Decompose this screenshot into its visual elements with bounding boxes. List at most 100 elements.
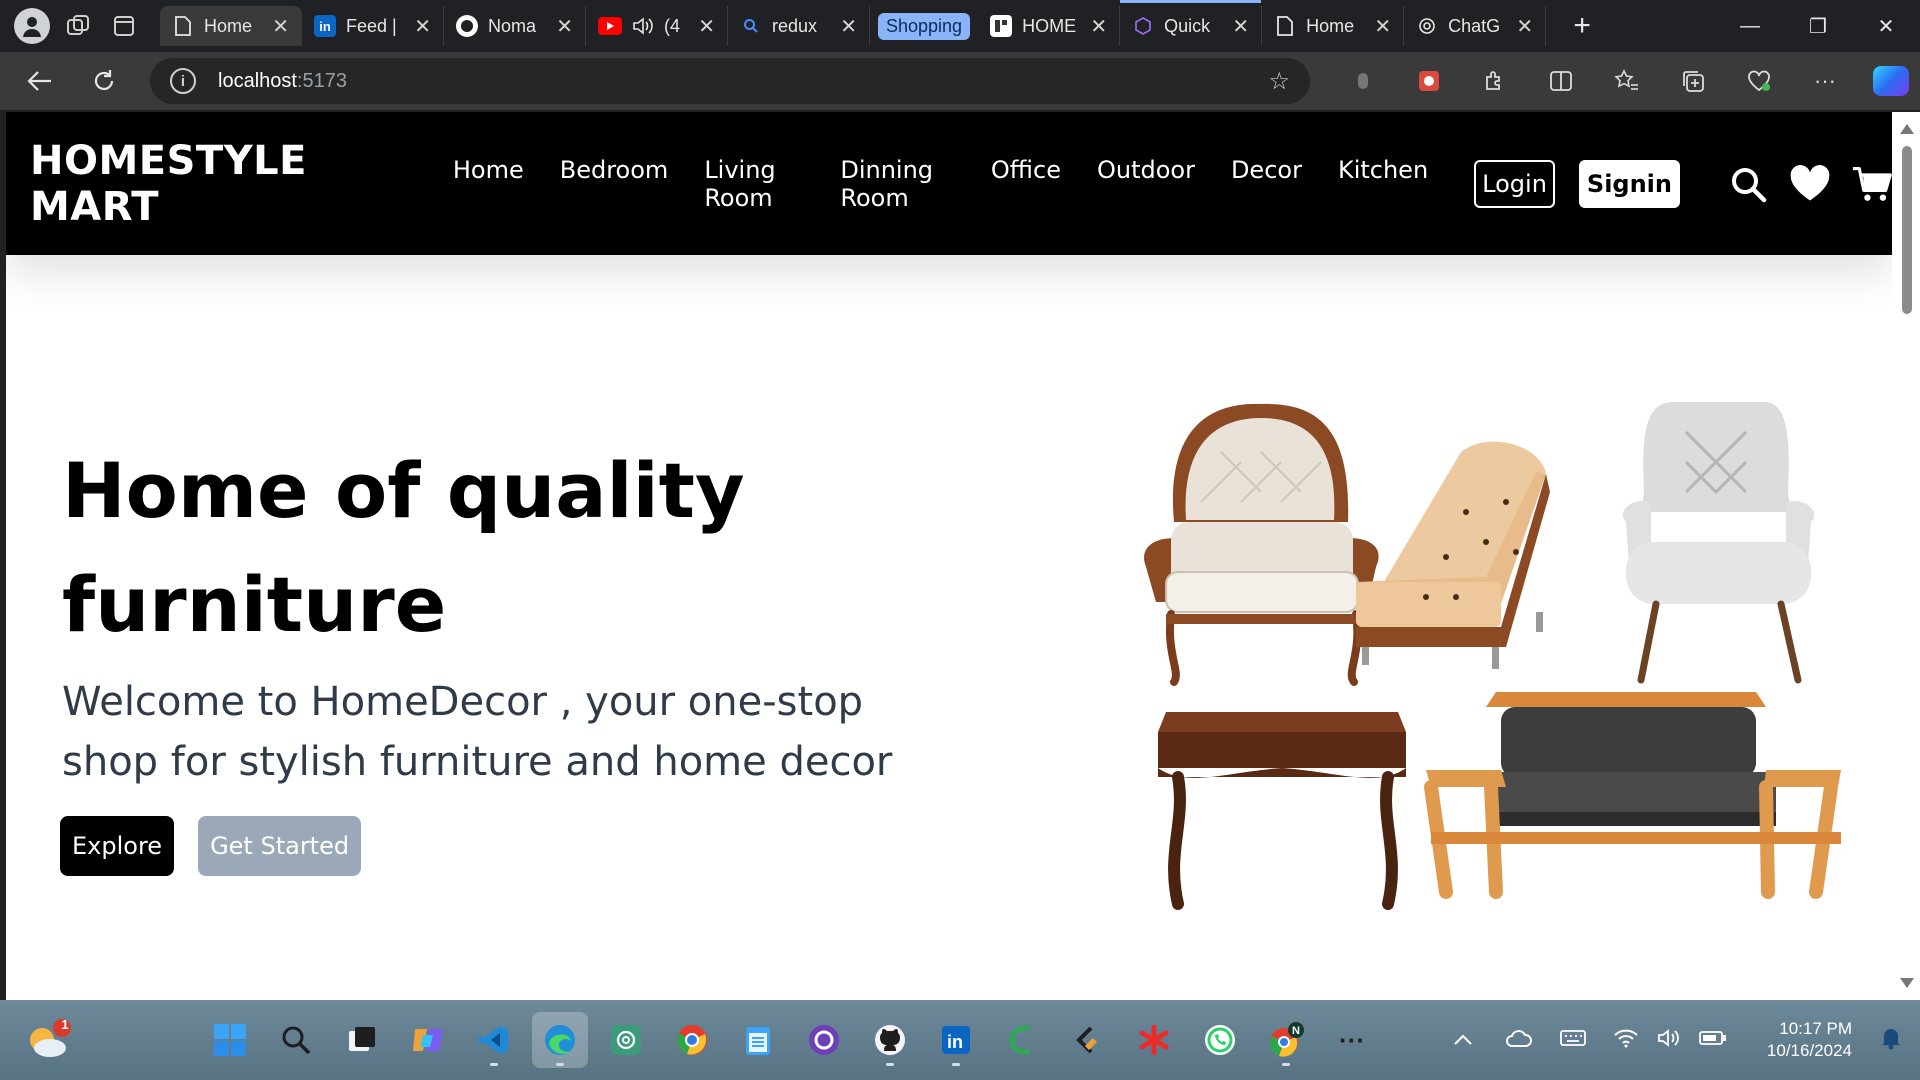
site-info-icon[interactable]: i — [170, 68, 196, 94]
close-icon[interactable]: ✕ — [1374, 14, 1391, 39]
github-desktop-icon[interactable] — [796, 1012, 852, 1068]
minimize-icon[interactable]: — — [1716, 0, 1784, 52]
whatsapp-icon[interactable] — [1192, 1012, 1248, 1068]
tab-group-label[interactable]: Shopping — [878, 12, 971, 40]
split-screen-icon[interactable] — [1528, 58, 1594, 104]
svg-text:in: in — [947, 1032, 963, 1052]
scroll-thumb[interactable] — [1902, 146, 1912, 314]
search-icon[interactable] — [268, 1012, 324, 1068]
keyboard-icon[interactable] — [1559, 1028, 1587, 1053]
chevron-up-icon[interactable] — [1453, 1030, 1473, 1051]
menu-bedroom[interactable]: Bedroom — [560, 156, 669, 212]
menu-living-room[interactable]: Living Room — [704, 156, 804, 212]
restore-icon[interactable]: ❐ — [1784, 0, 1852, 52]
extension-red-icon[interactable] — [1396, 58, 1462, 104]
tab-title: Noma — [488, 15, 537, 36]
clipchamp-icon[interactable] — [994, 1012, 1050, 1068]
profile-avatar-icon[interactable] — [14, 8, 50, 44]
more-apps-icon[interactable]: ··· — [1324, 1012, 1380, 1068]
tab-quick[interactable]: Quick ✕ — [1120, 0, 1263, 46]
tab-linkedin-feed[interactable]: in Feed | ✕ — [302, 6, 444, 46]
chrome-icon[interactable] — [664, 1012, 720, 1068]
tab-group-shopping[interactable]: Shopping — [870, 6, 978, 46]
menu-kitchen[interactable]: Kitchen — [1338, 156, 1428, 212]
tab-redux-search[interactable]: redux ✕ — [728, 6, 870, 46]
wifi-icon[interactable] — [1613, 1028, 1639, 1053]
scroll-up-icon[interactable] — [1900, 124, 1914, 134]
menu-decor[interactable]: Decor — [1231, 156, 1302, 212]
system-tray: 10:17 PM 10/16/2024 — [1453, 1000, 1920, 1080]
get-started-button[interactable]: Get Started — [198, 816, 362, 876]
favorites-icon[interactable] — [1594, 58, 1660, 104]
close-icon[interactable]: ✕ — [556, 14, 573, 39]
address-bar[interactable]: i localhost:5173 ☆ — [150, 58, 1310, 104]
linkedin-app-icon[interactable]: in — [928, 1012, 984, 1068]
toolbar-extensions: ··· — [1330, 58, 1920, 104]
extensions-puzzle-icon[interactable] — [1462, 58, 1528, 104]
signin-button[interactable]: Signin — [1578, 159, 1680, 208]
armchair-illustration — [1144, 403, 1379, 686]
chaise-lounge-illustration — [1356, 441, 1550, 669]
github-icon[interactable] — [862, 1012, 918, 1068]
speaker-icon[interactable] — [632, 15, 654, 37]
auth-buttons: Login Signin — [1474, 159, 1680, 208]
favorite-star-icon[interactable]: ☆ — [1268, 67, 1290, 96]
menu-home[interactable]: Home — [453, 156, 524, 212]
refresh-icon[interactable] — [78, 55, 130, 107]
cart-icon[interactable] — [1852, 164, 1892, 204]
heart-icon[interactable] — [1790, 164, 1830, 204]
tab-youtube[interactable]: (4 ✕ — [586, 6, 728, 46]
close-icon[interactable]: ✕ — [1232, 14, 1249, 39]
login-button[interactable]: Login — [1474, 159, 1555, 208]
clock[interactable]: 10:17 PM 10/16/2024 — [1767, 1018, 1852, 1062]
menu-office[interactable]: Office — [991, 156, 1061, 212]
tab-home[interactable]: Home ✕ — [160, 6, 302, 46]
close-icon[interactable]: ✕ — [272, 14, 289, 39]
copilot-icon[interactable] — [1858, 58, 1920, 104]
notepad-icon[interactable] — [730, 1012, 786, 1068]
windows-start-icon[interactable] — [202, 1012, 258, 1068]
tab-homestyle[interactable]: HOME ✕ — [978, 6, 1121, 46]
tab-github[interactable]: Noma ✕ — [444, 6, 586, 46]
task-view-icon[interactable] — [334, 1012, 390, 1068]
close-icon[interactable]: ✕ — [698, 14, 715, 39]
onedrive-icon[interactable] — [1505, 1028, 1533, 1053]
copilot-app-icon[interactable] — [400, 1012, 456, 1068]
code-editor-icon[interactable] — [1060, 1012, 1116, 1068]
edge-browser-icon[interactable] — [532, 1012, 588, 1068]
chatgpt-app-icon[interactable] — [598, 1012, 654, 1068]
battery-icon[interactable] — [1699, 1029, 1727, 1052]
close-icon[interactable]: ✕ — [414, 14, 431, 39]
close-icon[interactable]: ✕ — [1516, 14, 1533, 39]
new-tab-button[interactable]: + — [1564, 9, 1600, 43]
menu-dinning-room[interactable]: Dinning Room — [840, 156, 955, 212]
collections-icon[interactable] — [1660, 58, 1726, 104]
chrome-profile-icon[interactable]: N — [1258, 1012, 1314, 1068]
page-scrollbar[interactable] — [1892, 112, 1920, 1000]
tab-actions-icon[interactable] — [106, 8, 142, 44]
notification-bell-icon[interactable] — [1880, 1026, 1902, 1055]
tab-home-2[interactable]: Home ✕ — [1262, 6, 1405, 46]
volume-icon[interactable] — [1657, 1028, 1681, 1053]
vscode-icon[interactable] — [466, 1012, 522, 1068]
asterisk-app-icon[interactable] — [1126, 1012, 1182, 1068]
url-text[interactable]: localhost:5173 — [218, 70, 347, 93]
brand-logo[interactable]: HOMESTYLE MART — [30, 138, 411, 230]
more-options-icon[interactable]: ··· — [1792, 58, 1858, 104]
search-icon[interactable] — [1728, 164, 1768, 204]
tab-chatgpt[interactable]: ChatG ✕ — [1404, 6, 1547, 46]
close-window-icon[interactable]: ✕ — [1852, 0, 1920, 52]
extension-dot-icon[interactable] — [1330, 58, 1396, 104]
scroll-down-icon[interactable] — [1900, 978, 1914, 988]
close-icon[interactable]: ✕ — [1090, 14, 1107, 39]
browser-essentials-icon[interactable] — [1726, 58, 1792, 104]
menu-outdoor[interactable]: Outdoor — [1097, 156, 1195, 212]
tab-title: redux — [772, 15, 818, 36]
workspaces-icon[interactable] — [60, 8, 96, 44]
back-arrow-icon[interactable] — [14, 55, 66, 107]
weather-widget[interactable]: 1 — [22, 1016, 72, 1066]
hero-title: Home of quality furniture — [62, 434, 962, 662]
side-table-illustration — [1158, 712, 1406, 910]
explore-button[interactable]: Explore — [60, 816, 175, 876]
close-icon[interactable]: ✕ — [840, 14, 857, 39]
